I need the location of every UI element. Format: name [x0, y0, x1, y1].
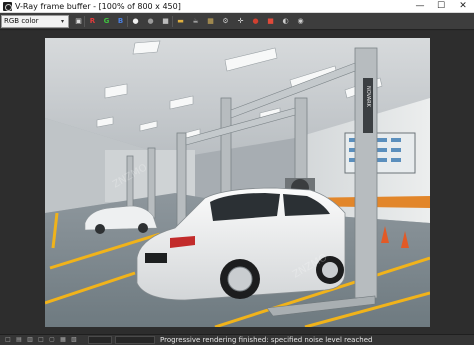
frame-buffer-viewport[interactable]: NOVARK ZNZMO ZNZMO [0, 31, 474, 334]
status-icon-2[interactable]: ▤ [15, 336, 23, 344]
toolbar-separator [127, 16, 128, 27]
title-bar: V-Ray frame buffer - [100% of 800 x 450]… [0, 0, 474, 13]
clear-image-icon[interactable]: ■ [160, 16, 171, 27]
white-circle-icon[interactable]: ● [130, 16, 141, 27]
status-icon-7[interactable]: ▧ [70, 336, 78, 344]
render-icon[interactable]: ■ [265, 16, 276, 27]
green-channel-button[interactable]: G [101, 16, 112, 27]
status-icon-3[interactable]: ▥ [26, 336, 34, 344]
history-icon[interactable]: ◐ [280, 16, 291, 27]
window-title: V-Ray frame buffer - [100% of 800 x 450] [15, 2, 181, 11]
minimize-button[interactable]: — [410, 0, 430, 13]
folder-icon[interactable]: ▬ [175, 16, 186, 27]
region-render-icon[interactable]: ▦ [205, 16, 216, 27]
status-icon-4[interactable]: □ [37, 336, 45, 344]
close-button[interactable]: ✕ [453, 0, 473, 13]
channel-select[interactable]: RGB color ▾ [1, 15, 69, 28]
toolbar: RGB color ▾ ▣ R G B ● ● ■ ▬ ☕ ▦ ⚙ ✛ ● ■ ◐ ◉ [0, 13, 474, 30]
status-message: Progressive rendering finished: specifie… [160, 336, 373, 344]
maximize-button[interactable]: ☐ [431, 0, 451, 13]
status-icon-1[interactable]: □ [4, 336, 12, 344]
blue-channel-button[interactable]: B [115, 16, 126, 27]
chevron-down-icon: ▾ [60, 18, 64, 25]
rendered-image: NOVARK ZNZMO ZNZMO [45, 38, 430, 327]
teapot-icon[interactable]: ☕ [190, 16, 201, 27]
save-icon[interactable]: ▣ [73, 16, 84, 27]
toolbar-separator [84, 16, 85, 27]
svg-text:NOVARK: NOVARK [365, 86, 371, 108]
toolbar-separator [172, 16, 173, 27]
status-field-1 [88, 336, 112, 344]
status-field-2 [115, 336, 155, 344]
settings-icon[interactable]: ◉ [295, 16, 306, 27]
channel-select-value: RGB color [4, 17, 39, 25]
red-channel-button[interactable]: R [87, 16, 98, 27]
status-icon-5[interactable]: ▢ [48, 336, 56, 344]
vray-app-icon [3, 2, 12, 11]
render-preview-svg: NOVARK ZNZMO ZNZMO [45, 38, 430, 327]
status-icon-6[interactable]: ▦ [59, 336, 67, 344]
status-bar: □ ▤ ▥ □ ▢ ▦ ▧ Progressive rendering finished: … [0, 334, 474, 345]
sphere-icon[interactable]: ● [145, 16, 156, 27]
link-icon[interactable]: ⚙ [220, 16, 231, 27]
stop-render-icon[interactable]: ● [250, 16, 261, 27]
track-mouse-icon[interactable]: ✛ [235, 16, 246, 27]
